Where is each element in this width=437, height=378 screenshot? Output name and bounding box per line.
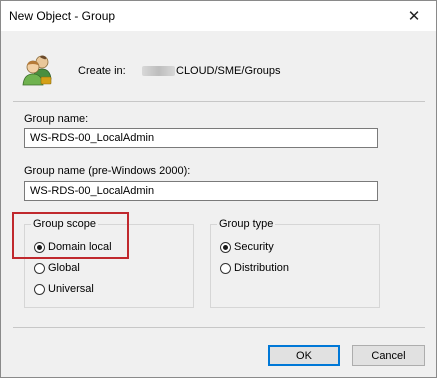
container-path: CLOUD/SME/Groups — [142, 65, 281, 77]
close-icon: ✕ — [407, 8, 421, 25]
radio-button[interactable] — [34, 283, 45, 295]
radio-label-universal: Universal — [48, 283, 94, 295]
group-type-title: Group type — [217, 218, 276, 230]
group-name-label: Group name: — [24, 113, 89, 125]
radio-security[interactable]: Security — [220, 241, 274, 253]
radio-button[interactable] — [34, 262, 45, 274]
radio-label-global: Global — [48, 262, 80, 274]
dialog-window: New Object - Group ✕ Create in: CLOUD/SM… — [0, 0, 437, 378]
radio-distribution[interactable]: Distribution — [220, 262, 289, 274]
group-name-input[interactable] — [24, 128, 378, 148]
title-bar[interactable]: New Object - Group ✕ — [1, 1, 436, 31]
radio-button-checked[interactable] — [220, 241, 231, 253]
create-in-label: Create in: — [78, 65, 126, 77]
radio-global[interactable]: Global — [34, 262, 80, 274]
group-name-pre2000-label: Group name (pre-Windows 2000): — [24, 165, 191, 177]
redacted-domain — [142, 66, 175, 76]
highlight-annotation — [12, 212, 129, 259]
path-text: CLOUD/SME/Groups — [176, 65, 281, 77]
separator-top — [13, 101, 425, 102]
close-button[interactable]: ✕ — [392, 1, 436, 31]
radio-button[interactable] — [220, 262, 231, 274]
cancel-button[interactable]: Cancel — [352, 345, 425, 366]
users-group-icon — [22, 55, 52, 86]
radio-universal[interactable]: Universal — [34, 283, 94, 295]
separator-bottom — [13, 327, 425, 328]
group-name-pre2000-input[interactable] — [24, 181, 378, 201]
radio-label-distribution: Distribution — [234, 262, 290, 274]
radio-label-security: Security — [234, 241, 274, 253]
ok-button[interactable]: OK — [268, 345, 340, 366]
window-title: New Object - Group — [9, 9, 116, 23]
